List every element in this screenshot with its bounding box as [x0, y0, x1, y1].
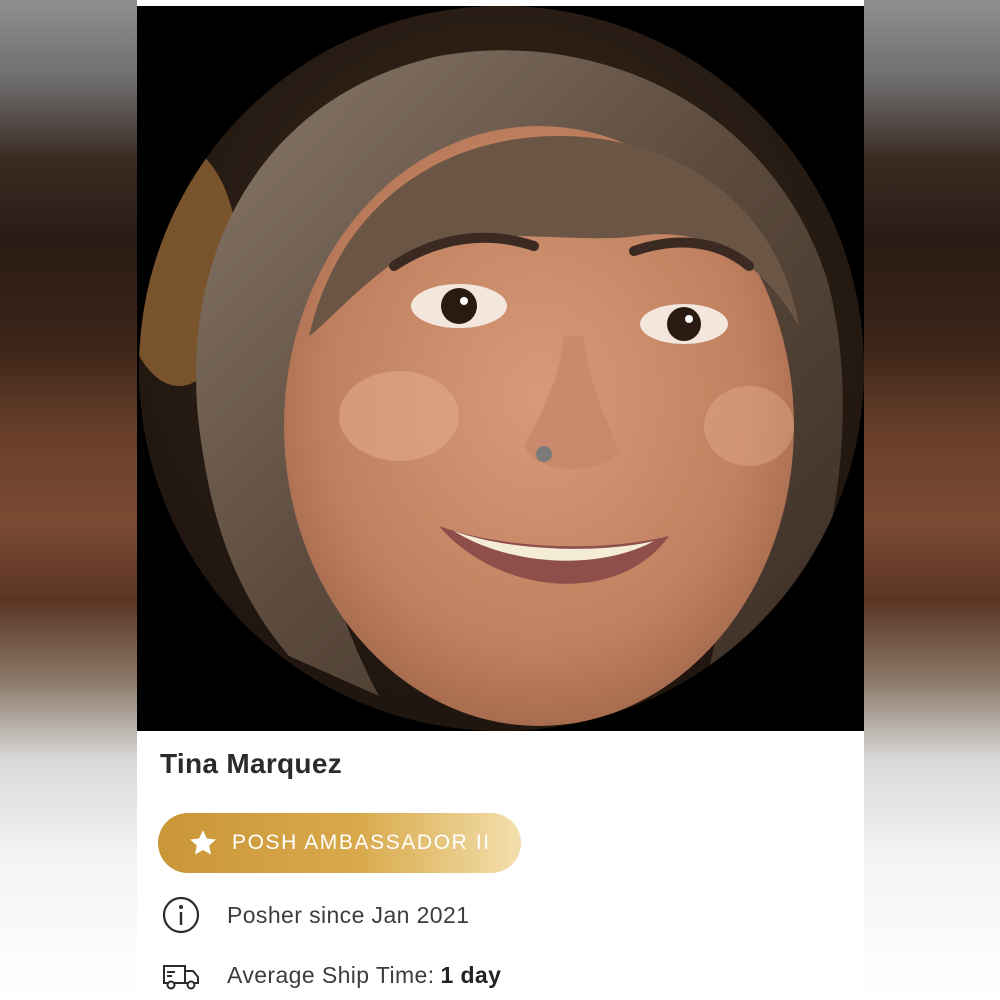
star-icon	[188, 828, 218, 858]
profile-avatar[interactable]	[139, 6, 864, 731]
ship-time-row: Average Ship Time: 1 day	[161, 955, 501, 995]
truck-icon	[161, 955, 201, 995]
blurred-backdrop-right	[863, 0, 1000, 1000]
profile-name: Tina Marquez	[160, 748, 343, 779]
posher-since-row: Posher since Jan 2021	[161, 895, 469, 935]
posher-since-text: Posher since Jan 2021	[227, 901, 470, 928]
profile-photo-area	[137, 6, 864, 731]
ambassador-badge[interactable]: POSH AMBASSADOR II	[158, 813, 521, 873]
blurred-backdrop-left	[0, 0, 137, 1000]
profile-photo	[139, 6, 864, 731]
ship-time-value: 1 day	[440, 961, 502, 988]
info-icon	[161, 895, 201, 935]
profile-card: Tina Marquez POSH AMBASSADOR II Posher s…	[137, 0, 864, 1000]
ship-time-label: Average Ship Time:	[227, 961, 435, 988]
badge-label: POSH AMBASSADOR II	[232, 831, 491, 854]
